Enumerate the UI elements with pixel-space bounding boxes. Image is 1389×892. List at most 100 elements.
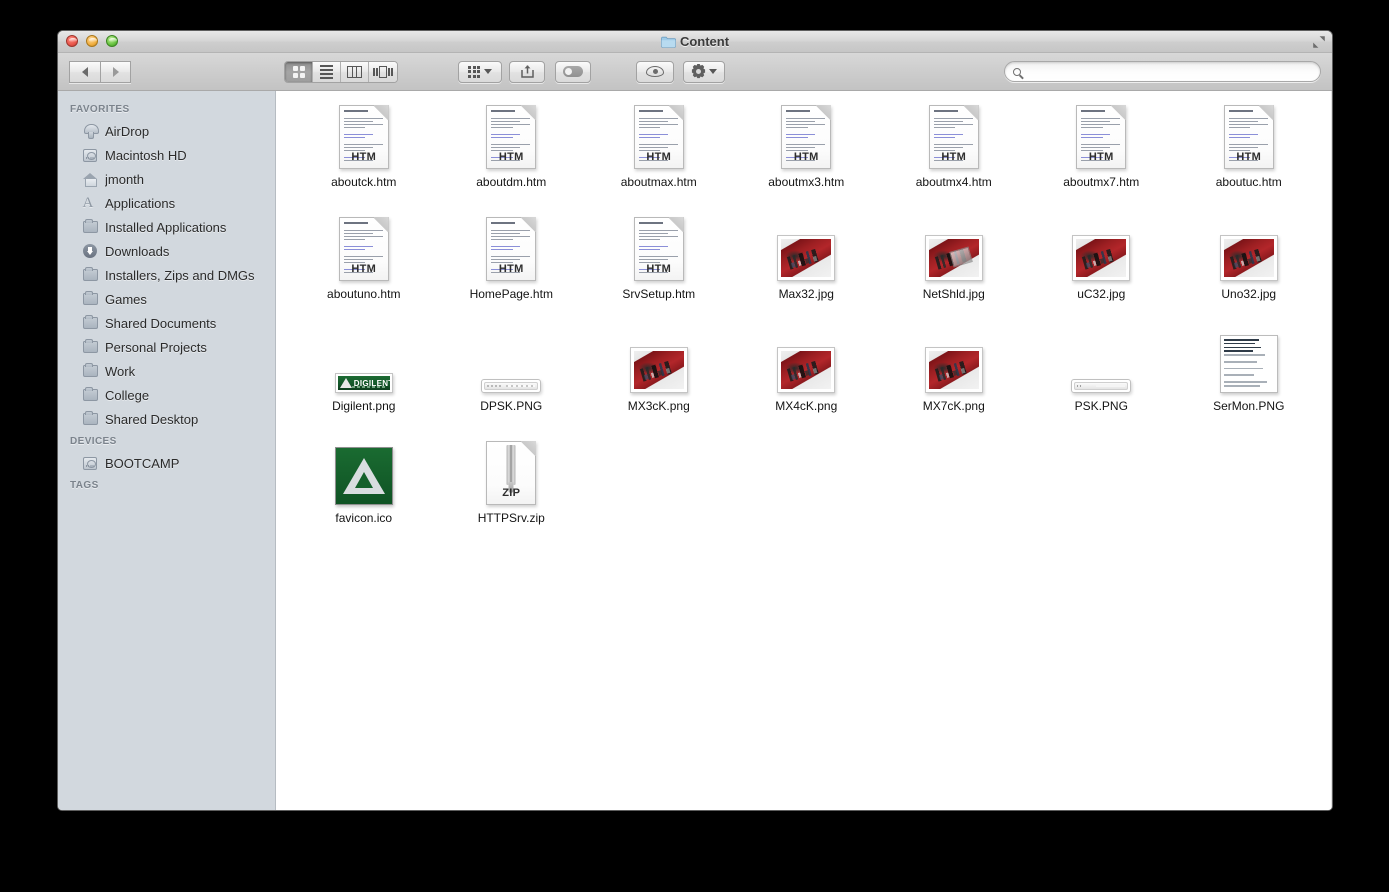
sidebar-item-jmonth[interactable]: jmonth: [58, 167, 275, 191]
maximize-button[interactable]: [106, 35, 118, 47]
file-item[interactable]: NetShld.jpg: [880, 211, 1028, 323]
sidebar-item-label: Shared Desktop: [105, 411, 199, 427]
file-icon: [777, 327, 836, 393]
file-item[interactable]: HTM aboutuc.htm: [1175, 99, 1323, 211]
sidebar-item-installed-applications[interactable]: Installed Applications: [58, 215, 275, 239]
htm-document-icon: HTM: [486, 105, 537, 169]
file-item[interactable]: Uno32.jpg: [1175, 211, 1323, 323]
edit-tags-button[interactable]: [555, 60, 591, 83]
coverflow-view-button[interactable]: [369, 61, 397, 82]
folder-icon: [82, 267, 98, 283]
file-kind-badge: HTM: [941, 151, 967, 163]
sidebar-item-macintosh-hd[interactable]: Macintosh HD: [58, 143, 275, 167]
sidebar-item-label: Personal Projects: [105, 339, 207, 355]
htm-document-icon: HTM: [633, 217, 684, 281]
file-item[interactable]: HTM aboutmx3.htm: [733, 99, 881, 211]
forward-button[interactable]: [100, 60, 131, 83]
file-item[interactable]: Max32.jpg: [733, 211, 881, 323]
file-item[interactable]: HTM aboutmx4.htm: [880, 99, 1028, 211]
sidebar-item-airdrop[interactable]: AirDrop: [58, 119, 275, 143]
sidebar-item-games[interactable]: Games: [58, 287, 275, 311]
file-name-label: aboutmx3.htm: [768, 175, 845, 189]
close-button[interactable]: [66, 35, 78, 47]
eye-icon: [646, 66, 664, 77]
back-button[interactable]: [69, 60, 100, 83]
file-item[interactable]: HTM aboutck.htm: [290, 99, 438, 211]
file-item[interactable]: HTM SrvSetup.htm: [585, 211, 733, 323]
file-item[interactable]: DPSK.PNG: [438, 323, 586, 435]
chevron-down-icon: [709, 69, 717, 74]
file-item[interactable]: PSK.PNG: [1028, 323, 1176, 435]
grid-icon: [292, 65, 305, 78]
list-icon: [320, 64, 333, 79]
photo-thumbnail: [629, 347, 688, 393]
file-item[interactable]: HTM HomePage.htm: [438, 211, 586, 323]
file-icon: HTM: [1223, 103, 1274, 169]
file-item[interactable]: MX4cK.png: [733, 323, 881, 435]
page-title: Content: [58, 34, 1332, 49]
folder-icon: [82, 315, 98, 331]
gear-icon: [691, 64, 706, 79]
home-icon: [82, 171, 98, 187]
file-name-label: MX4cK.png: [775, 399, 838, 413]
sidebar-item-installers-zips-and-dmgs[interactable]: Installers, Zips and DMGs: [58, 263, 275, 287]
minimize-button[interactable]: [86, 35, 98, 47]
zipper-icon: [506, 445, 516, 485]
file-icon: [1072, 215, 1131, 281]
file-name-label: Max32.jpg: [778, 287, 834, 301]
zip-archive-icon: ZIP: [486, 441, 537, 505]
file-item[interactable]: HTM aboutuno.htm: [290, 211, 438, 323]
arrange-button[interactable]: [458, 60, 502, 83]
hard-drive-icon: [82, 455, 98, 471]
folder-icon: [82, 339, 98, 355]
sidebar-item-downloads[interactable]: Downloads: [58, 239, 275, 263]
file-item[interactable]: ZIP HTTPSrv.zip: [438, 435, 586, 547]
list-view-button[interactable]: [313, 61, 341, 82]
file-item[interactable]: HTM aboutmax.htm: [585, 99, 733, 211]
file-item[interactable]: HTM aboutdm.htm: [438, 99, 586, 211]
finder-window: Content FAVORITES AirDrop Macintosh HD j…: [57, 30, 1333, 811]
sidebar-item-bootcamp[interactable]: BOOTCAMP: [58, 451, 275, 475]
file-browser-content[interactable]: HTM aboutck.htm HTM aboutdm.htm HTM aboutmax.…: [276, 91, 1332, 810]
sidebar-item-label: College: [105, 387, 150, 403]
sidebar-item-label: Applications: [105, 195, 176, 211]
sidebar-item-personal-projects[interactable]: Personal Projects: [58, 335, 275, 359]
column-view-button[interactable]: [341, 61, 369, 82]
photo-thumbnail: [1219, 235, 1278, 281]
chevron-down-icon: [484, 69, 492, 74]
sidebar[interactable]: FAVORITES AirDrop Macintosh HD jmonth Applic…: [58, 91, 276, 810]
file-item[interactable]: favicon.ico: [290, 435, 438, 547]
file-item[interactable]: MX3cK.png: [585, 323, 733, 435]
sidebar-item-shared-desktop[interactable]: Shared Desktop: [58, 407, 275, 431]
finder-toolbar: [58, 53, 1332, 91]
file-icon: HTM: [928, 103, 979, 169]
file-item[interactable]: uC32.jpg: [1028, 211, 1176, 323]
sidebar-item-work[interactable]: Work: [58, 359, 275, 383]
htm-document-icon: HTM: [486, 217, 537, 281]
sidebar-item-shared-documents[interactable]: Shared Documents: [58, 311, 275, 335]
file-icon: [1219, 215, 1278, 281]
file-item[interactable]: DIGILENT Digilent.png: [290, 323, 438, 435]
columns-icon: [347, 65, 362, 78]
sidebar-item-label: Downloads: [105, 243, 170, 259]
share-button[interactable]: [509, 60, 545, 83]
action-menu-button[interactable]: [683, 60, 725, 83]
quicklook-button[interactable]: [636, 60, 674, 83]
icon-view-button[interactable]: [285, 61, 313, 82]
file-icon: HTM: [781, 103, 832, 169]
coverflow-icon: [373, 65, 393, 78]
window-titlebar: Content: [58, 31, 1332, 53]
photo-thumbnail: [1072, 235, 1131, 281]
search-field[interactable]: [1004, 61, 1321, 82]
file-kind-badge: HTM: [793, 151, 819, 163]
sidebar-item-college[interactable]: College: [58, 383, 275, 407]
sidebar-item-applications[interactable]: Applications: [58, 191, 275, 215]
file-item[interactable]: HTM aboutmx7.htm: [1028, 99, 1176, 211]
file-icon: DIGILENT: [334, 327, 393, 393]
fullscreen-button[interactable]: [1312, 35, 1326, 49]
search-input[interactable]: [1026, 64, 1306, 79]
file-name-label: NetShld.jpg: [922, 287, 985, 301]
file-item[interactable]: SerMon.PNG: [1175, 323, 1323, 435]
file-item[interactable]: MX7cK.png: [880, 323, 1028, 435]
strip-thumbnail: [481, 379, 542, 393]
